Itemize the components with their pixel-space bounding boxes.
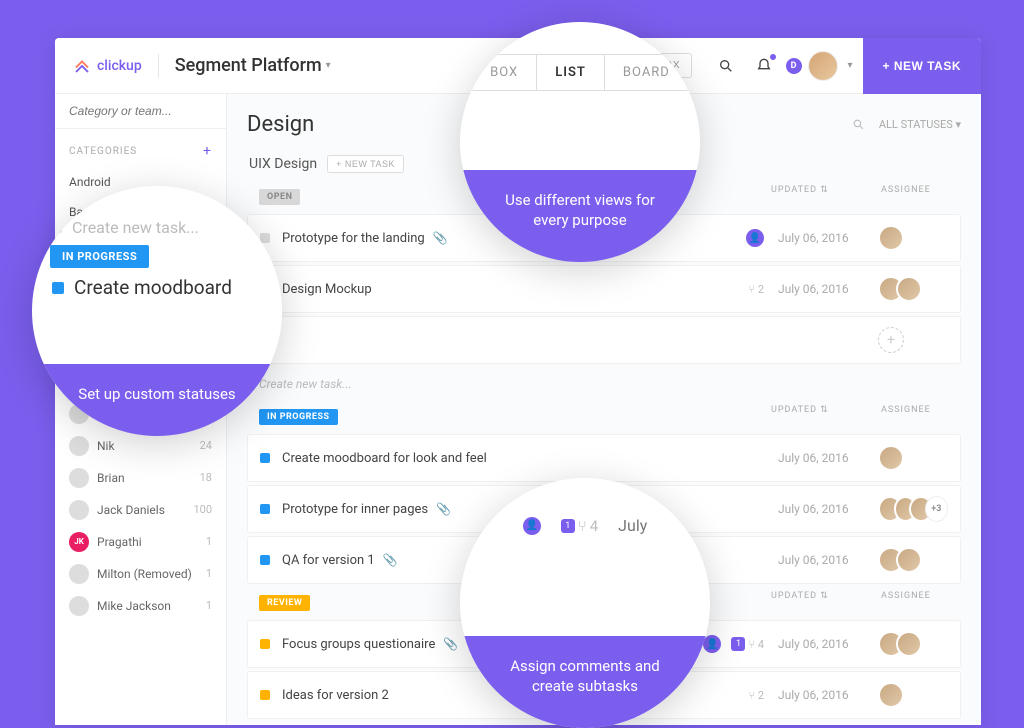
view-tab[interactable]: LIST	[537, 54, 605, 91]
attachment-icon[interactable]: 📎	[436, 502, 451, 516]
avatar	[69, 436, 89, 456]
new-task-button[interactable]: + NEW TASK	[327, 155, 404, 173]
task-row[interactable]: Create moodboard for look and feel July 0…	[247, 434, 961, 482]
avatar: JK	[69, 532, 89, 552]
avatar	[69, 500, 89, 520]
avatar[interactable]	[878, 682, 904, 708]
status-square	[260, 639, 270, 649]
comment-icon[interactable]: 👤	[703, 635, 721, 653]
clickup-logo-icon	[73, 57, 91, 75]
subtask-icon[interactable]: ⑂ 2	[748, 283, 764, 296]
search-icon[interactable]	[710, 50, 742, 82]
status-pill: OPEN	[259, 189, 300, 205]
callout-views: BOXLISTBOARD Use different views for eve…	[460, 22, 700, 262]
status-in-progress: IN PROGRESS	[50, 245, 149, 268]
column-assignee: ASSIGNEE	[881, 591, 961, 613]
ghost-task: Create new task...	[72, 218, 199, 237]
user-menu[interactable]: D ▾	[786, 51, 853, 81]
task-date: July 06, 2016	[778, 231, 878, 245]
create-task-input[interactable]: Create new task...	[247, 367, 961, 401]
column-updated[interactable]: UPDATED ⇅	[771, 405, 881, 427]
section-title: UIX Design	[249, 156, 317, 172]
avatar	[69, 596, 89, 616]
task-title: Prototype for the landing	[282, 231, 425, 246]
add-assignee-row: +	[247, 316, 961, 364]
sidebar-team-member[interactable]: Mike Jackson1	[55, 590, 226, 622]
column-updated[interactable]: UPDATED ⇅	[771, 185, 881, 207]
avatar	[69, 468, 89, 488]
status-square	[260, 690, 270, 700]
avatar	[808, 51, 838, 81]
comment-icon: 👤	[523, 517, 541, 535]
chevron-down-icon[interactable]: ▾	[326, 60, 331, 71]
sidebar-team-member[interactable]: JKPragathi1	[55, 526, 226, 558]
task-title: Design Mockup	[282, 282, 372, 297]
add-category-button[interactable]: +	[203, 143, 212, 159]
column-assignee: ASSIGNEE	[881, 405, 961, 427]
bell-icon[interactable]	[748, 50, 780, 82]
new-task-button[interactable]: + NEW TASK	[863, 38, 981, 94]
chevron-down-icon: ▾	[848, 60, 853, 71]
task-title: Prototype for inner pages	[282, 502, 428, 517]
page-title: Design	[247, 112, 314, 137]
column-assignee: ASSIGNEE	[881, 185, 961, 207]
task-row[interactable]: Design Mockup ⑂ 2 July 06, 2016	[247, 265, 961, 313]
task-date: July 06, 2016	[778, 637, 878, 651]
avatar[interactable]	[896, 276, 922, 302]
task-date: July 06, 2016	[778, 282, 878, 296]
search-icon[interactable]	[852, 118, 865, 131]
subtask-count-badge: 1	[561, 519, 575, 533]
workspace-name[interactable]: Segment Platform	[175, 55, 322, 76]
search-input[interactable]	[69, 104, 226, 118]
avatar[interactable]	[896, 631, 922, 657]
avatar[interactable]	[878, 225, 904, 251]
subtask-icon[interactable]: ⑂ 2	[748, 689, 764, 702]
task-title: Focus groups questionaire	[282, 637, 435, 652]
date-label: July	[618, 516, 647, 535]
task-date: July 06, 2016	[778, 451, 878, 465]
avatar[interactable]	[878, 445, 904, 471]
logo[interactable]: clickup	[73, 57, 142, 75]
status-square	[260, 504, 270, 514]
task-date: July 06, 2016	[778, 553, 878, 567]
user-badge: D	[786, 58, 802, 74]
avatar[interactable]	[896, 547, 922, 573]
divider	[158, 54, 159, 78]
task-name: Create moodboard	[74, 276, 232, 299]
task-date: July 06, 2016	[778, 688, 878, 702]
attachment-icon[interactable]: 📎	[383, 553, 398, 567]
more-assignees[interactable]: +3	[925, 496, 948, 522]
sidebar-search[interactable]	[55, 94, 226, 129]
status-filter[interactable]: ALL STATUSES ▾	[879, 118, 961, 131]
sidebar-team-member[interactable]: Jack Daniels100	[55, 494, 226, 526]
status-pill: IN PROGRESS	[259, 409, 338, 425]
status-square	[260, 555, 270, 565]
add-assignee-button[interactable]: +	[878, 327, 904, 353]
column-updated[interactable]: UPDATED ⇅	[771, 591, 881, 613]
attachment-icon[interactable]: 📎	[443, 637, 458, 651]
task-title: QA for version 1	[282, 553, 375, 568]
subtask-icon[interactable]: 1 ⑂ 4	[731, 637, 764, 651]
avatar	[69, 564, 89, 584]
sidebar-team-member[interactable]: Milton (Removed)1	[55, 558, 226, 590]
callout-comments: 👤 1 ⑂ 4 July Assign comments and create …	[460, 478, 710, 728]
callout-statuses: Create new task... IN PROGRESS Create mo…	[32, 186, 282, 436]
status-pill: REVIEW	[259, 595, 310, 611]
status-square	[260, 453, 270, 463]
sidebar-team-member[interactable]: Brian18	[55, 462, 226, 494]
task-date: July 06, 2016	[778, 502, 878, 516]
attachment-icon[interactable]: 📎	[433, 231, 448, 245]
logo-text: clickup	[97, 58, 142, 74]
categories-header: CATEGORIES +	[55, 129, 226, 167]
comment-icon[interactable]: 👤	[746, 229, 764, 247]
task-title: Create moodboard for look and feel	[282, 451, 487, 466]
task-title: Ideas for version 2	[282, 688, 389, 703]
